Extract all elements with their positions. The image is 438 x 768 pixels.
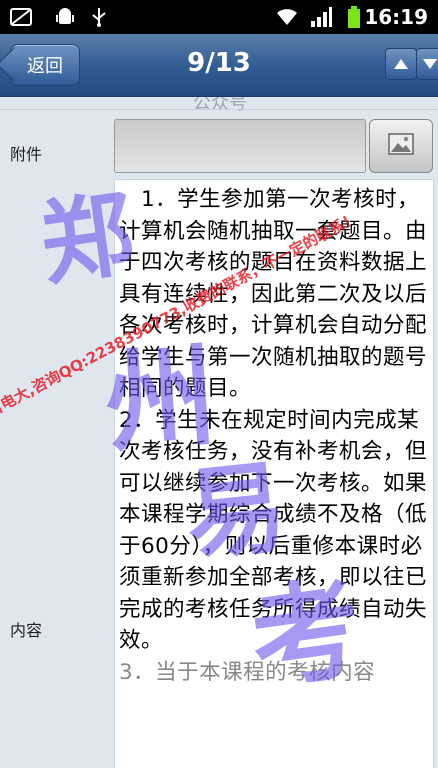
signal-icon bbox=[308, 6, 334, 28]
prev-button[interactable] bbox=[385, 48, 417, 80]
content-paragraph-2: 2．学生未在规定时间内完成某次考核任务，没有补考机会，但可以继续参加下一次考核。… bbox=[119, 407, 428, 654]
usb-icon bbox=[88, 6, 110, 28]
content-paragraph-3: 3．当于本课程的考核内容 bbox=[119, 659, 376, 685]
attachment-field[interactable] bbox=[114, 119, 366, 173]
title-bar: 返回 9/13 bbox=[0, 34, 438, 97]
clock: 16:19 bbox=[364, 5, 428, 29]
wifi-icon bbox=[274, 6, 300, 28]
divider bbox=[0, 109, 438, 110]
next-button[interactable] bbox=[416, 48, 438, 80]
content-label: 内容 bbox=[10, 621, 43, 640]
detail-form: 公众号 附件 内容 1．学生参加第一次考核时，计算机会随机抽取一套题目。由于四次… bbox=[0, 97, 438, 768]
page-title: 9/13 bbox=[187, 48, 251, 78]
back-button-label: 返回 bbox=[27, 56, 63, 77]
arrow-down-icon bbox=[422, 55, 438, 74]
content-paragraph-1: 1．学生参加第一次考核时，计算机会随机抽取一套题目。由于四次考核的题目在资料数据… bbox=[119, 187, 428, 401]
content-text-area[interactable]: 1．学生参加第一次考核时，计算机会随机抽取一套题目。由于四次考核的题目在资料数据… bbox=[114, 179, 434, 768]
no-sim-icon bbox=[8, 6, 34, 28]
battery-icon bbox=[346, 6, 362, 28]
image-picker-button[interactable] bbox=[369, 119, 433, 173]
image-icon bbox=[388, 133, 414, 159]
attachment-label: 附件 bbox=[10, 145, 43, 164]
arrow-up-icon bbox=[393, 55, 409, 74]
status-bar: 16:19 bbox=[0, 0, 438, 34]
android-debug-icon bbox=[52, 6, 78, 28]
